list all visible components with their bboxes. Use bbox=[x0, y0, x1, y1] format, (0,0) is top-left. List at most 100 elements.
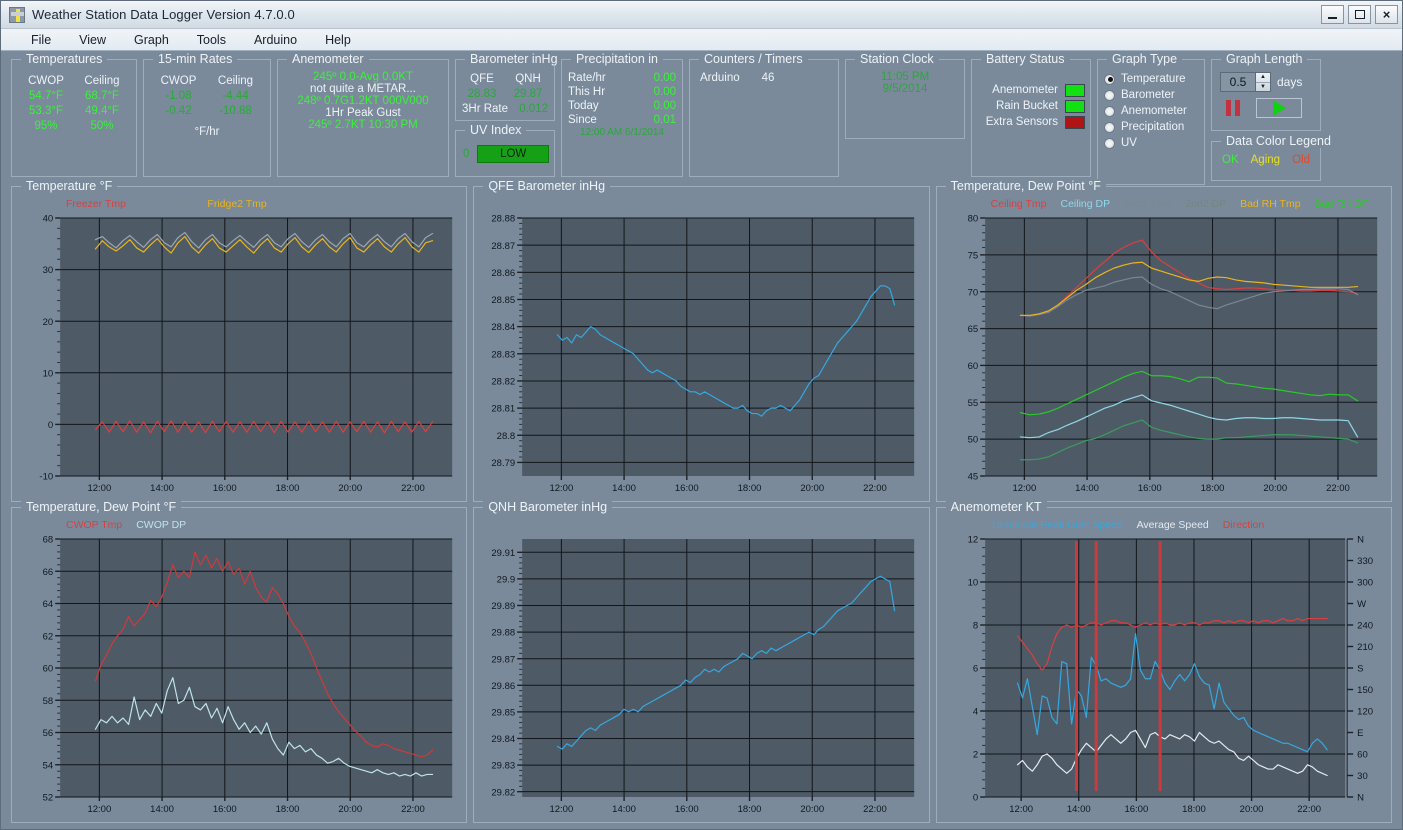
svg-text:28.8: 28.8 bbox=[497, 431, 516, 442]
graph-length-spinner[interactable]: 0.5 ▲ ▼ bbox=[1220, 72, 1271, 92]
battery-rainbucket-indicator bbox=[1065, 100, 1085, 113]
legend-ok: OK bbox=[1222, 154, 1239, 166]
rates-col1-header: CWOP bbox=[150, 73, 207, 88]
counters-arduino-label: Arduino bbox=[700, 72, 740, 84]
baro-qnh-header: QNH bbox=[505, 71, 551, 86]
svg-text:18:00: 18:00 bbox=[738, 483, 762, 494]
svg-text:30: 30 bbox=[1357, 771, 1368, 782]
temps-ceiling-air: 68.7°F bbox=[74, 88, 130, 103]
panel-battery-status: Battery Status Anemometer Rain Bucket Ex… bbox=[971, 59, 1091, 177]
panel-clock-title: Station Clock bbox=[855, 52, 939, 66]
panel-counters: Counters / Timers Arduino 46 bbox=[689, 59, 839, 177]
panel-color-legend-title: Data Color Legend bbox=[1221, 134, 1336, 148]
panel-precipitation: Precipitation in Rate/hr0.00 This Hr0.00… bbox=[561, 59, 683, 177]
svg-text:18:00: 18:00 bbox=[738, 804, 762, 815]
svg-text:20:00: 20:00 bbox=[338, 483, 362, 494]
battery-extrasensors-indicator bbox=[1065, 116, 1085, 129]
svg-text:29.88: 29.88 bbox=[492, 628, 516, 639]
status-panel-strip: Temperatures CWOP Ceiling 54.7°F 68.7°F … bbox=[11, 59, 1392, 181]
graph-length-value[interactable]: 0.5 bbox=[1221, 73, 1255, 91]
close-button[interactable]: × bbox=[1375, 5, 1398, 24]
plot-area[interactable]: 12108642012:0014:0016:0018:0020:0022:00N… bbox=[943, 517, 1385, 817]
baro-qnh-value: 29.87 bbox=[505, 86, 551, 101]
precip-since-value: 0.01 bbox=[654, 114, 676, 126]
precip-since-label: Since bbox=[568, 114, 597, 126]
panel-graph-length-title: Graph Length bbox=[1221, 52, 1307, 66]
pause-button[interactable] bbox=[1226, 100, 1240, 116]
radio-graph-type-anemometer[interactable]: Anemometer bbox=[1098, 103, 1204, 119]
svg-text:0: 0 bbox=[48, 420, 53, 431]
baro-rate-label: 3Hr Rate bbox=[462, 103, 508, 115]
svg-text:12:00: 12:00 bbox=[1009, 804, 1033, 815]
menu-graph[interactable]: Graph bbox=[120, 31, 183, 49]
svg-text:28.84: 28.84 bbox=[492, 322, 516, 333]
svg-text:70: 70 bbox=[967, 287, 978, 298]
clock-time: 11:05 PM bbox=[846, 71, 964, 83]
precip-rate-value: 0.00 bbox=[654, 72, 676, 84]
svg-text:14:00: 14:00 bbox=[150, 804, 174, 815]
graph-length-column: Graph Length 0.5 ▲ ▼ days bbox=[1211, 59, 1321, 181]
svg-text:64: 64 bbox=[43, 599, 54, 610]
precip-today-value: 0.00 bbox=[654, 100, 676, 112]
panel-uv-title: UV Index bbox=[465, 123, 526, 137]
svg-text:22:00: 22:00 bbox=[1297, 804, 1321, 815]
precip-today-label: Today bbox=[568, 100, 599, 112]
temps-cwop-air: 54.7°F bbox=[18, 88, 74, 103]
svg-text:4: 4 bbox=[973, 707, 978, 718]
window-title: Weather Station Data Logger Version 4.7.… bbox=[32, 7, 1321, 22]
radio-label-precipitation: Precipitation bbox=[1121, 121, 1184, 133]
radio-indicator-temperature bbox=[1104, 74, 1115, 85]
radio-graph-type-precipitation[interactable]: Precipitation bbox=[1098, 119, 1204, 135]
radio-graph-type-uv[interactable]: UV bbox=[1098, 135, 1204, 151]
svg-text:28.87: 28.87 bbox=[492, 241, 516, 252]
menu-arduino[interactable]: Arduino bbox=[240, 31, 311, 49]
chart-title: Temperature, Dew Point °F bbox=[946, 179, 1106, 193]
plot-area[interactable]: 68666462605856545212:0014:0016:0018:0020… bbox=[18, 517, 460, 817]
anemometer-current: 245º 0.0-Avg 0.0KT bbox=[282, 71, 444, 83]
radio-graph-type-temperature[interactable]: Temperature bbox=[1098, 71, 1204, 87]
menu-view[interactable]: View bbox=[65, 31, 120, 49]
play-button[interactable] bbox=[1256, 98, 1302, 118]
minimize-button[interactable] bbox=[1321, 5, 1344, 24]
svg-text:12:00: 12:00 bbox=[550, 483, 574, 494]
panel-counters-title: Counters / Timers bbox=[699, 52, 808, 66]
svg-text:E: E bbox=[1357, 728, 1363, 739]
plot-area[interactable]: 28.8828.8728.8628.8528.8428.8328.8228.81… bbox=[480, 196, 922, 496]
svg-text:29.9: 29.9 bbox=[497, 574, 516, 585]
menu-file[interactable]: File bbox=[17, 31, 65, 49]
svg-text:W: W bbox=[1357, 599, 1366, 610]
rates-ceiling-1: -4.44 bbox=[207, 88, 264, 103]
plot-area[interactable]: 403020100-1012:0014:0016:0018:0020:0022:… bbox=[18, 196, 460, 496]
panel-color-legend: Data Color Legend OK Aging Old bbox=[1211, 141, 1321, 181]
panel-precipitation-title: Precipitation in bbox=[571, 52, 663, 66]
spinner-up-icon[interactable]: ▲ bbox=[1256, 73, 1270, 83]
svg-text:60: 60 bbox=[967, 361, 978, 372]
svg-text:28.88: 28.88 bbox=[492, 214, 516, 225]
plot-area[interactable]: 29.9129.929.8929.8829.8729.8629.8529.842… bbox=[480, 517, 922, 817]
svg-text:120: 120 bbox=[1357, 707, 1373, 718]
panel-battery-title: Battery Status bbox=[981, 52, 1070, 66]
graph-length-arrows[interactable]: ▲ ▼ bbox=[1255, 73, 1270, 91]
panel-anemometer: Anemometer 245º 0.0-Avg 0.0KT not quite … bbox=[277, 59, 449, 177]
svg-text:18:00: 18:00 bbox=[276, 804, 300, 815]
svg-text:12:00: 12:00 bbox=[87, 804, 111, 815]
svg-text:52: 52 bbox=[43, 793, 54, 804]
radio-indicator-anemometer bbox=[1104, 106, 1115, 117]
menu-help[interactable]: Help bbox=[311, 31, 365, 49]
maximize-button[interactable] bbox=[1348, 5, 1371, 24]
svg-text:22:00: 22:00 bbox=[863, 483, 887, 494]
battery-extrasensors-label: Extra Sensors bbox=[986, 116, 1058, 128]
svg-text:12: 12 bbox=[967, 535, 978, 546]
radio-graph-type-barometer[interactable]: Barometer bbox=[1098, 87, 1204, 103]
svg-text:60: 60 bbox=[43, 664, 54, 675]
rates-cwop-1: -1.08 bbox=[150, 88, 207, 103]
menu-tools[interactable]: Tools bbox=[183, 31, 240, 49]
graph-length-unit: days bbox=[1277, 75, 1302, 89]
svg-text:55: 55 bbox=[967, 398, 978, 409]
chart-anemometer: Anemometer KT 12108642012:0014:0016:0018… bbox=[936, 507, 1392, 823]
baro-qfe-value: 28.83 bbox=[459, 86, 505, 101]
clock-date: 9/5/2014 bbox=[846, 83, 964, 95]
spinner-down-icon[interactable]: ▼ bbox=[1256, 83, 1270, 92]
plot-area[interactable]: 807570656055504512:0014:0016:0018:0020:0… bbox=[943, 196, 1385, 496]
rates-ceiling-2: -10.88 bbox=[207, 103, 264, 118]
